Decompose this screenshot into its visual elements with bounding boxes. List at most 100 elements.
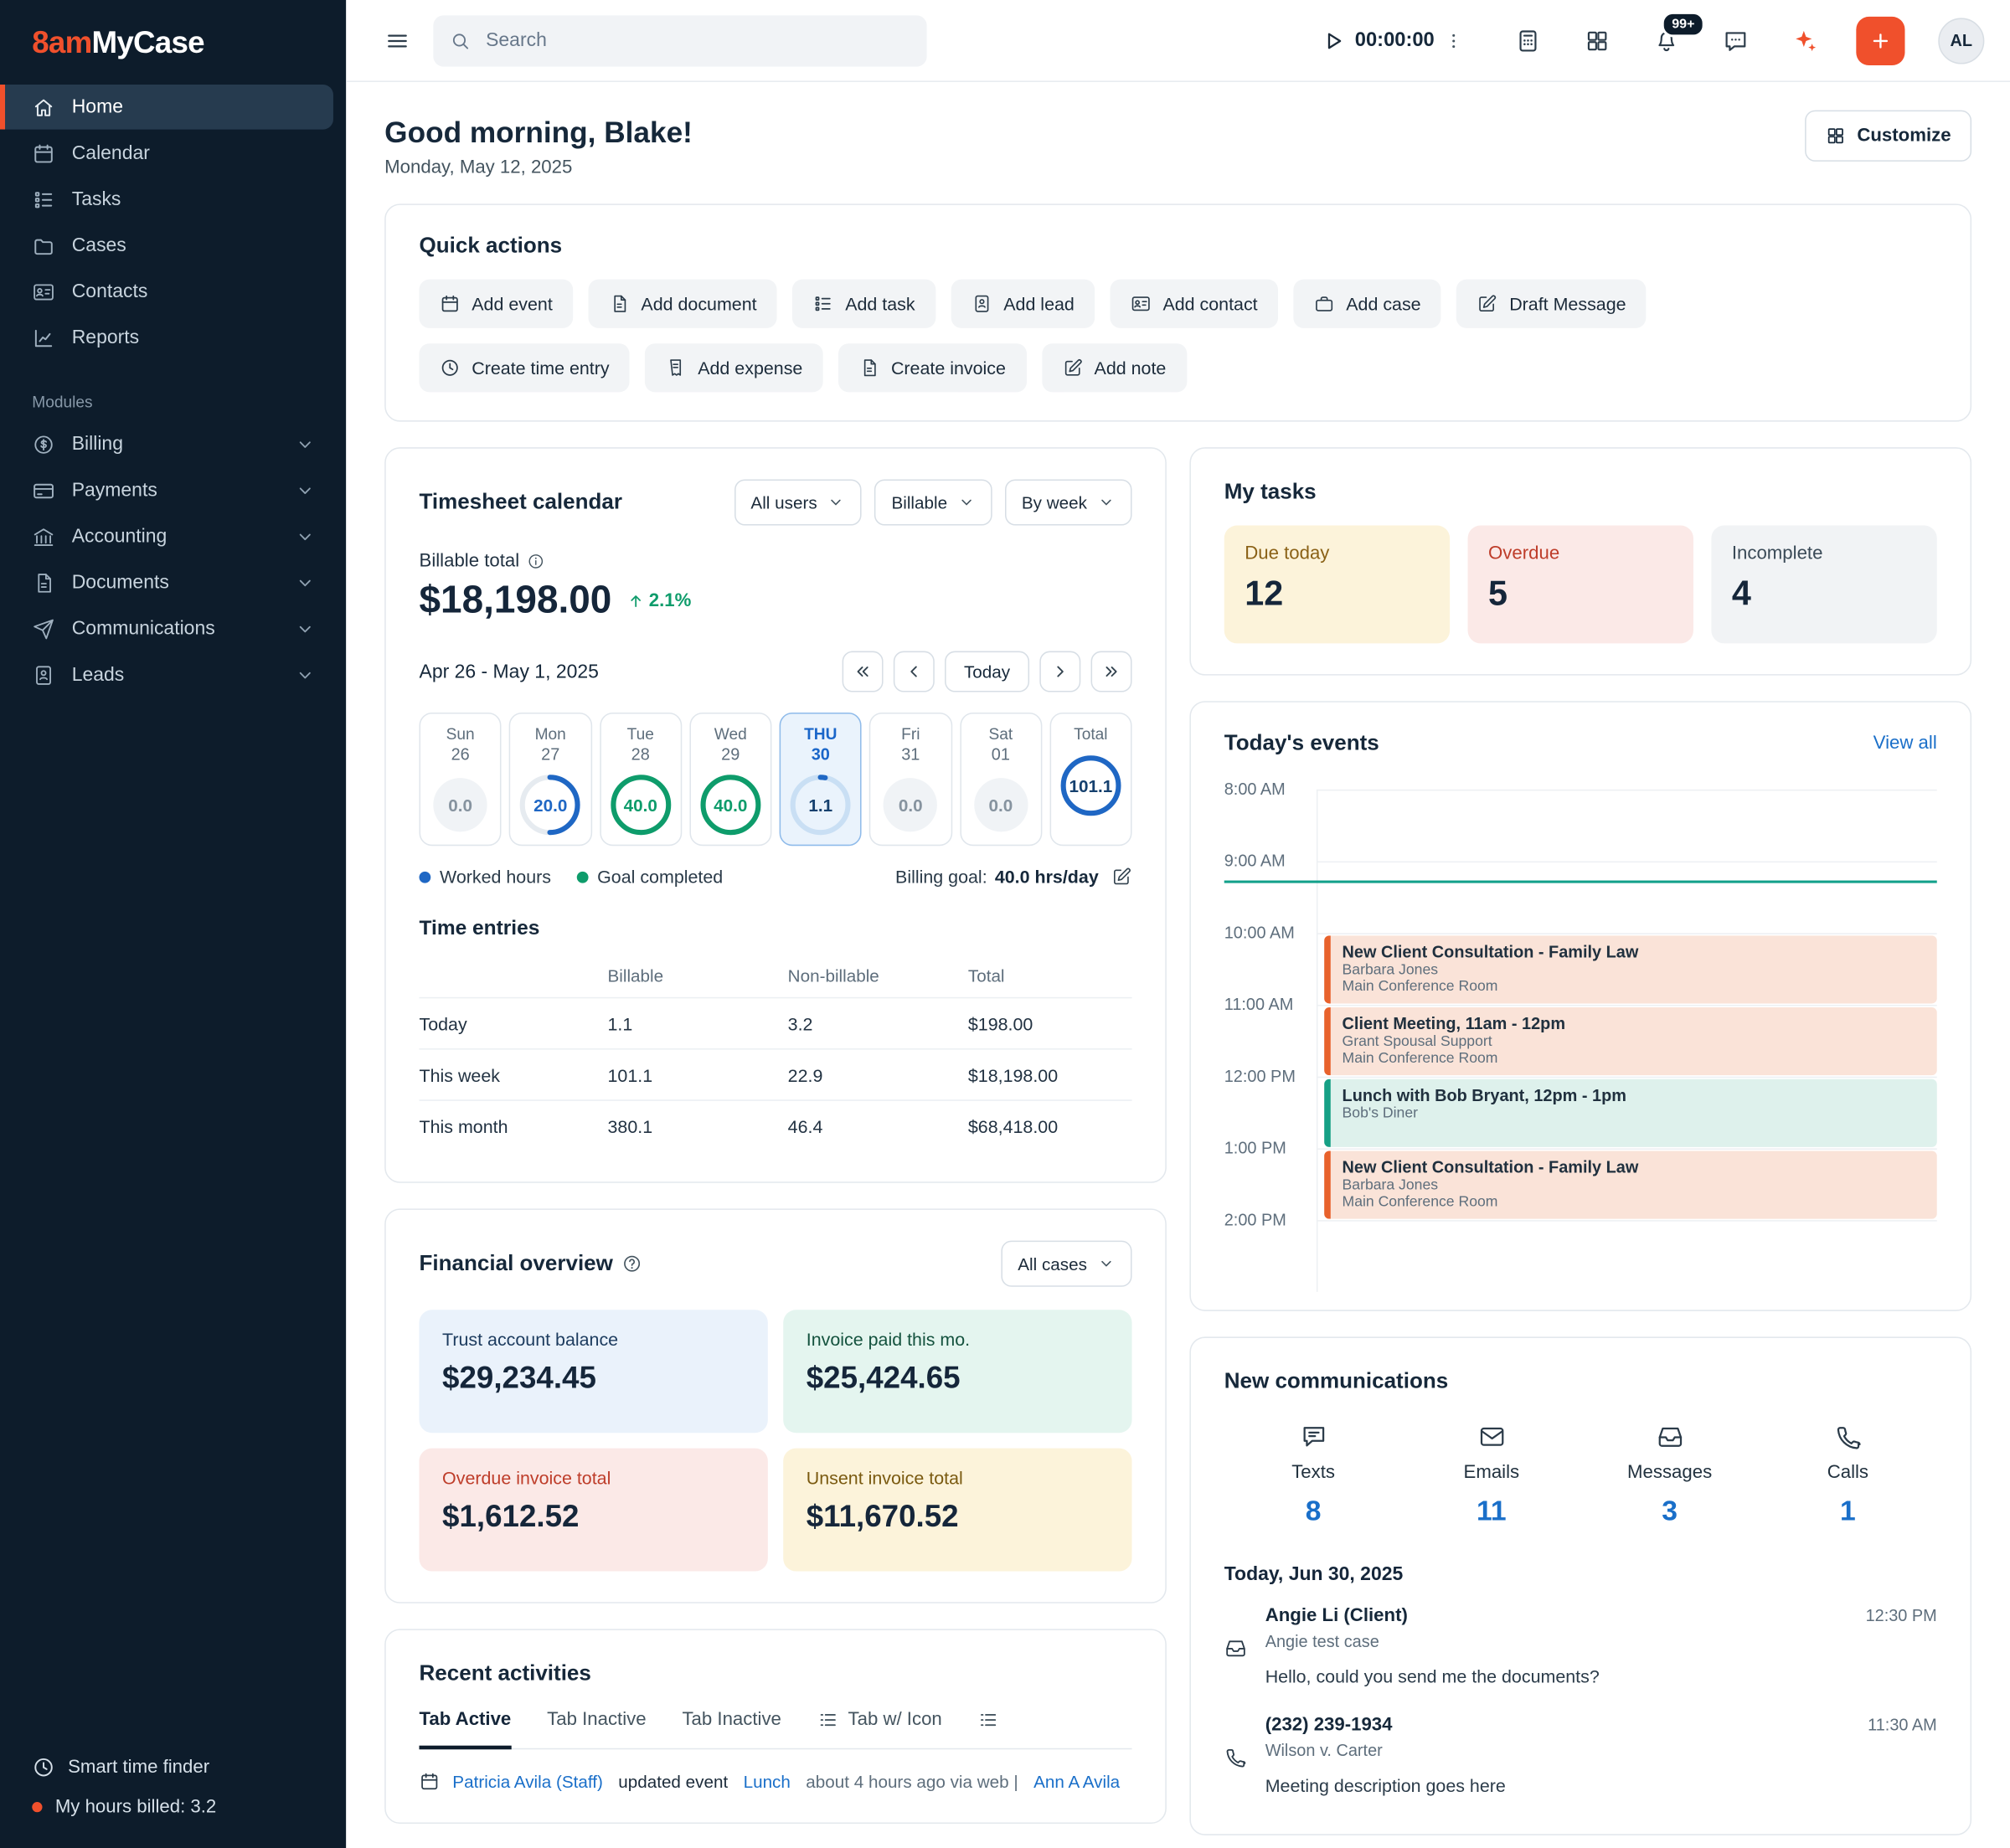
sidebar-item-cases[interactable]: Cases (0, 223, 333, 268)
tab-inactive-1[interactable]: Tab Inactive (547, 1710, 646, 1749)
day-cell-tue[interactable]: Tue 28 40.0 (600, 713, 682, 846)
users-filter-dropdown[interactable]: All users (734, 479, 863, 525)
day-cell-mon[interactable]: Mon 27 20.0 (509, 713, 591, 846)
add-contact-button[interactable]: Add contact (1111, 280, 1278, 328)
sidebar-item-contacts[interactable]: Contacts (0, 269, 333, 314)
sidebar-item-tasks[interactable]: Tasks (0, 177, 333, 222)
activity-actor-link[interactable]: Patricia Avila (Staff) (452, 1772, 603, 1791)
add-lead-button[interactable]: Add lead (951, 280, 1095, 328)
play-icon[interactable] (1320, 28, 1346, 54)
sidebar-item-billing[interactable]: Billing (0, 422, 333, 467)
event-12pm[interactable]: Lunch with Bob Bryant, 12pm - 1pm Bob's … (1324, 1079, 1937, 1147)
create-new-button[interactable] (1856, 16, 1904, 64)
sidebar-item-home[interactable]: Home (0, 85, 333, 130)
last-week-button[interactable] (1091, 651, 1132, 692)
messages-stat[interactable]: Messages 3 (1580, 1423, 1759, 1528)
sidebar-item-accounting[interactable]: Accounting (0, 514, 333, 559)
customize-label: Customize (1857, 126, 1951, 146)
period-filter-dropdown[interactable]: By week (1005, 479, 1132, 525)
sidebar-item-documents[interactable]: Documents (0, 560, 333, 605)
create-time-entry-button[interactable]: Create time entry (420, 343, 631, 392)
chevron-down-icon (295, 480, 315, 500)
communication-item[interactable]: (232) 239-1934 11:30 AM Wilson v. Carter… (1224, 1694, 1937, 1803)
kebab-menu-icon[interactable] (1443, 30, 1463, 50)
calculator-button[interactable] (1510, 23, 1546, 59)
sidebar-item-label: Calendar (72, 142, 150, 164)
billable-total-label: Billable total (420, 551, 520, 571)
add-event-button[interactable]: Add event (420, 280, 574, 328)
activity-related-link[interactable]: Ann A Avila (1033, 1772, 1120, 1791)
calls-stat[interactable]: Calls 1 (1759, 1423, 1937, 1528)
communication-item[interactable]: Angie Li (Client) 12:30 PM Angie test ca… (1224, 1585, 1937, 1694)
left-column: Timesheet calendar All users Billable By… (384, 447, 1167, 1824)
sidebar-item-label: Accounting (72, 526, 168, 548)
day-cell-sat[interactable]: Sat 01 0.0 (960, 713, 1042, 846)
tab-with-icon[interactable]: Tab w/ Icon (817, 1710, 942, 1749)
billable-total-delta: 2.1% (627, 591, 692, 611)
financial-overview-card: Financial overview All cases Trust accou… (384, 1208, 1167, 1603)
timer-widget[interactable]: 00:00:00 (1320, 28, 1464, 54)
global-search[interactable] (433, 15, 926, 66)
create-invoice-button[interactable]: Create invoice (838, 343, 1026, 392)
hamburger-menu-button[interactable] (379, 23, 415, 59)
tab-icon-only[interactable] (978, 1710, 998, 1749)
sidebar-item-calendar[interactable]: Calendar (0, 131, 333, 176)
chevron-down-icon (295, 434, 315, 454)
invoice-paid-card[interactable]: Invoice paid this mo. $25,424.65 (783, 1310, 1131, 1433)
help-icon[interactable] (622, 1253, 642, 1274)
sidebar-item-communications[interactable]: Communications (0, 606, 333, 651)
billable-filter-dropdown[interactable]: Billable (875, 479, 992, 525)
customize-button[interactable]: Customize (1805, 111, 1971, 162)
sidebar-item-payments[interactable]: Payments (0, 468, 333, 513)
day-cell-wed[interactable]: Wed 29 40.0 (689, 713, 771, 846)
today-button[interactable]: Today (945, 651, 1029, 692)
overdue-card[interactable]: Overdue 5 (1468, 526, 1693, 644)
sidebar-item-label: Tasks (72, 188, 121, 210)
view-all-link[interactable]: View all (1873, 734, 1937, 754)
cases-filter-dropdown[interactable]: All cases (1001, 1241, 1131, 1287)
trust-account-balance-card[interactable]: Trust account balance $29,234.45 (420, 1310, 768, 1433)
unsent-invoice-card[interactable]: Unsent invoice total $11,670.52 (783, 1449, 1131, 1572)
texts-stat[interactable]: Texts 8 (1224, 1423, 1403, 1528)
incomplete-card[interactable]: Incomplete 4 (1711, 526, 1936, 644)
hour-label: 12:00 PM (1224, 1066, 1296, 1085)
add-document-button[interactable]: Add document (589, 280, 777, 328)
overdue-invoice-card[interactable]: Overdue invoice total $1,612.52 (420, 1449, 768, 1572)
hours-billed[interactable]: My hours billed: 3.2 (0, 1797, 346, 1817)
apps-button[interactable] (1580, 23, 1616, 59)
communications-date-header: Today, Jun 30, 2025 (1224, 1563, 1937, 1585)
week-total-hours: 101.1 (1069, 776, 1112, 795)
tab-active[interactable]: Tab Active (420, 1710, 512, 1749)
day-cell-sun[interactable]: Sun 26 0.0 (420, 713, 502, 846)
sidebar-item-leads[interactable]: Leads (0, 652, 333, 698)
app-logo[interactable]: 8amMyCase (0, 0, 346, 85)
add-note-button[interactable]: Add note (1042, 343, 1187, 392)
add-expense-button[interactable]: Add expense (645, 343, 822, 392)
next-week-button[interactable] (1039, 651, 1080, 692)
emails-stat[interactable]: Emails 11 (1402, 1423, 1580, 1528)
event-10am[interactable]: New Client Consultation - Family Law Bar… (1324, 935, 1937, 1003)
day-cell-thu-today[interactable]: THU 30 1.1 (780, 713, 862, 846)
activity-object-link[interactable]: Lunch (744, 1772, 791, 1791)
clock-icon (32, 1756, 55, 1779)
event-11am[interactable]: Client Meeting, 11am - 12pm Grant Spousa… (1324, 1007, 1937, 1075)
info-icon[interactable] (527, 553, 544, 570)
due-today-card[interactable]: Due today 12 (1224, 526, 1450, 644)
event-1pm[interactable]: New Client Consultation - Family Law Bar… (1324, 1150, 1937, 1218)
first-week-button[interactable] (843, 651, 884, 692)
user-avatar[interactable]: AL (1938, 18, 1984, 64)
help-chat-button[interactable] (1718, 23, 1754, 59)
edit-goal-icon[interactable] (1111, 867, 1131, 887)
search-input[interactable] (483, 28, 910, 53)
add-case-button[interactable]: Add case (1293, 280, 1441, 328)
prev-week-button[interactable] (894, 651, 935, 692)
draft-message-button[interactable]: Draft Message (1456, 280, 1647, 328)
add-task-button[interactable]: Add task (792, 280, 935, 328)
sidebar-item-reports[interactable]: Reports (0, 316, 333, 361)
tab-inactive-2[interactable]: Tab Inactive (682, 1710, 781, 1749)
ai-assistant-button[interactable] (1787, 23, 1823, 59)
smart-time-finder[interactable]: Smart time finder (0, 1756, 346, 1779)
notifications-button[interactable]: 99+ (1648, 23, 1684, 59)
clock-icon (440, 358, 460, 378)
day-cell-fri[interactable]: Fri 31 0.0 (869, 713, 951, 846)
